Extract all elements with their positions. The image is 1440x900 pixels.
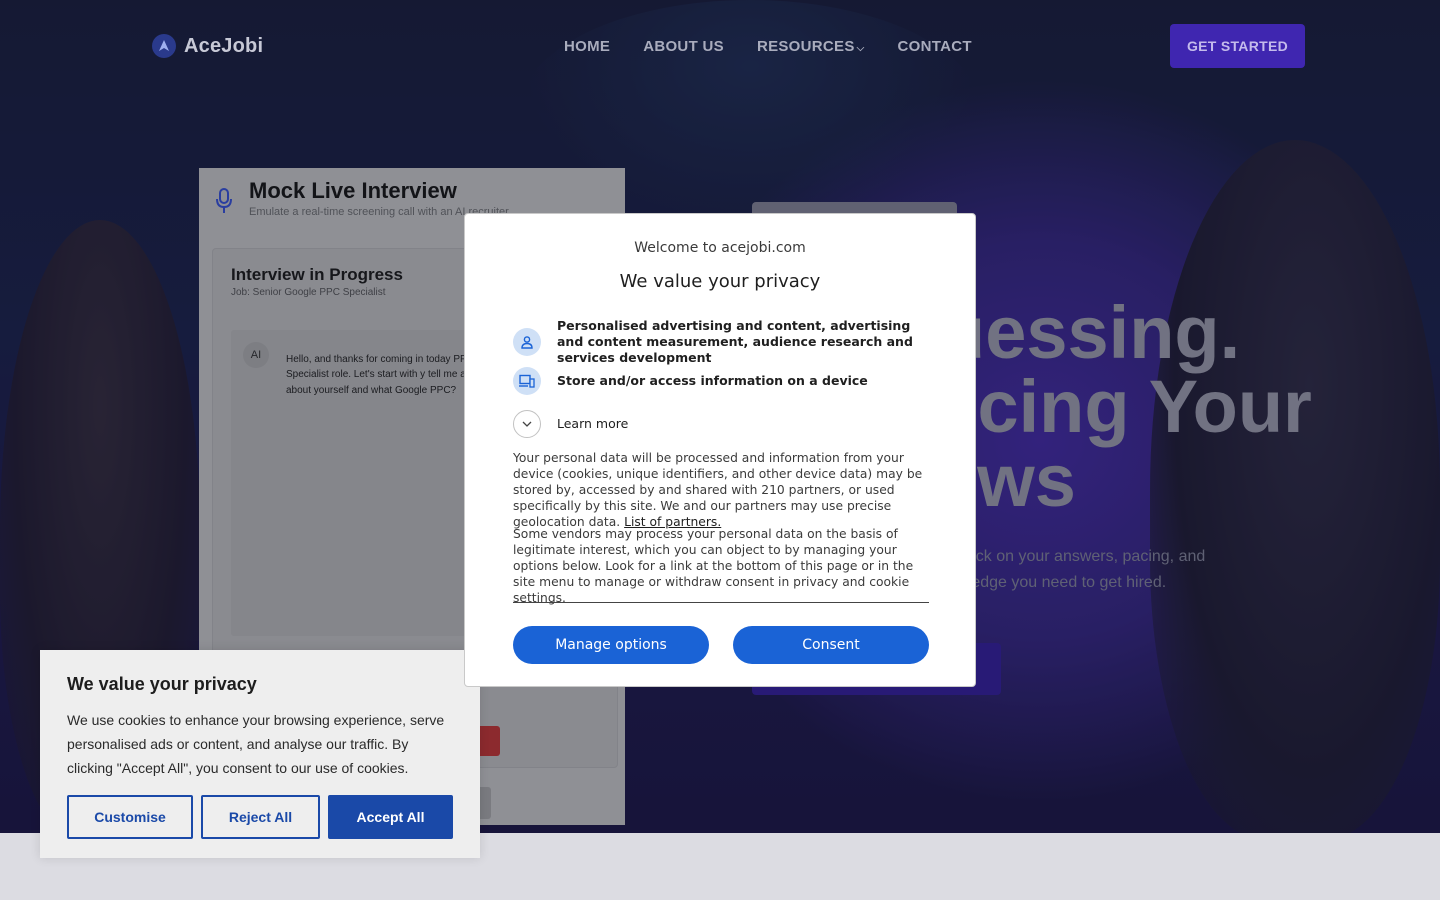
chevron-down-icon: ⌵ xyxy=(856,43,865,54)
chevron-down-icon xyxy=(513,410,541,438)
cookie-banner-title: We value your privacy xyxy=(67,674,257,694)
consent-welcome: Welcome to acejobi.com xyxy=(634,240,806,256)
nav-contact[interactable]: CONTACT xyxy=(898,38,972,55)
divider xyxy=(513,602,929,603)
top-nav: AceJobi HOME ABOUT US RESOURCES ⌵ CONTACT… xyxy=(0,0,1440,92)
consent-title: We value your privacy xyxy=(619,271,821,292)
consent-dialog: Welcome to acejobi.com We value your pri… xyxy=(464,213,976,687)
purpose-device-storage-text: Store and/or access information on a dev… xyxy=(557,373,868,388)
devices-icon xyxy=(513,367,541,395)
microphone-icon xyxy=(216,188,232,213)
main-menu: HOME ABOUT US RESOURCES ⌵ CONTACT xyxy=(564,38,972,55)
customise-button[interactable]: Customise xyxy=(67,795,193,839)
mock-title: Mock Live Interview xyxy=(249,178,457,203)
consent-paragraph-1: Your personal data will be processed and… xyxy=(513,450,933,530)
purpose-advertising: Personalised advertising and content, ad… xyxy=(513,318,929,366)
get-started-button[interactable]: GET STARTED xyxy=(1170,24,1305,68)
interview-status-title: Interview in Progress xyxy=(231,265,403,284)
cookie-banner-text: We use cookies to enhance your browsing … xyxy=(67,712,445,776)
logo-text: AceJobi xyxy=(184,34,264,57)
learn-more-toggle[interactable]: Learn more xyxy=(513,410,929,438)
nav-resources[interactable]: RESOURCES ⌵ xyxy=(757,38,865,55)
logo[interactable]: AceJobi xyxy=(152,34,263,58)
ai-avatar: AI xyxy=(243,342,269,368)
consent-button[interactable]: Consent xyxy=(733,626,929,664)
manage-options-button[interactable]: Manage options xyxy=(513,626,709,664)
nav-home[interactable]: HOME xyxy=(564,38,610,55)
logo-icon xyxy=(152,34,176,58)
nav-about-us[interactable]: ABOUT US xyxy=(643,38,724,55)
person-icon xyxy=(513,328,541,356)
purpose-device-storage: Store and/or access information on a dev… xyxy=(513,367,929,395)
nav-resources-label: RESOURCES xyxy=(756,38,855,55)
accept-all-button[interactable]: Accept All xyxy=(328,795,453,839)
learn-more-label: Learn more xyxy=(557,416,629,431)
reject-all-button[interactable]: Reject All xyxy=(201,795,320,839)
consent-paragraph-2: Some vendors may process your personal d… xyxy=(513,527,914,605)
interview-job: Job: Senior Google PPC Specialist xyxy=(231,287,386,298)
cookie-banner: We value your privacy We use cookies to … xyxy=(40,650,480,858)
purpose-advertising-text: Personalised advertising and content, ad… xyxy=(557,318,913,365)
